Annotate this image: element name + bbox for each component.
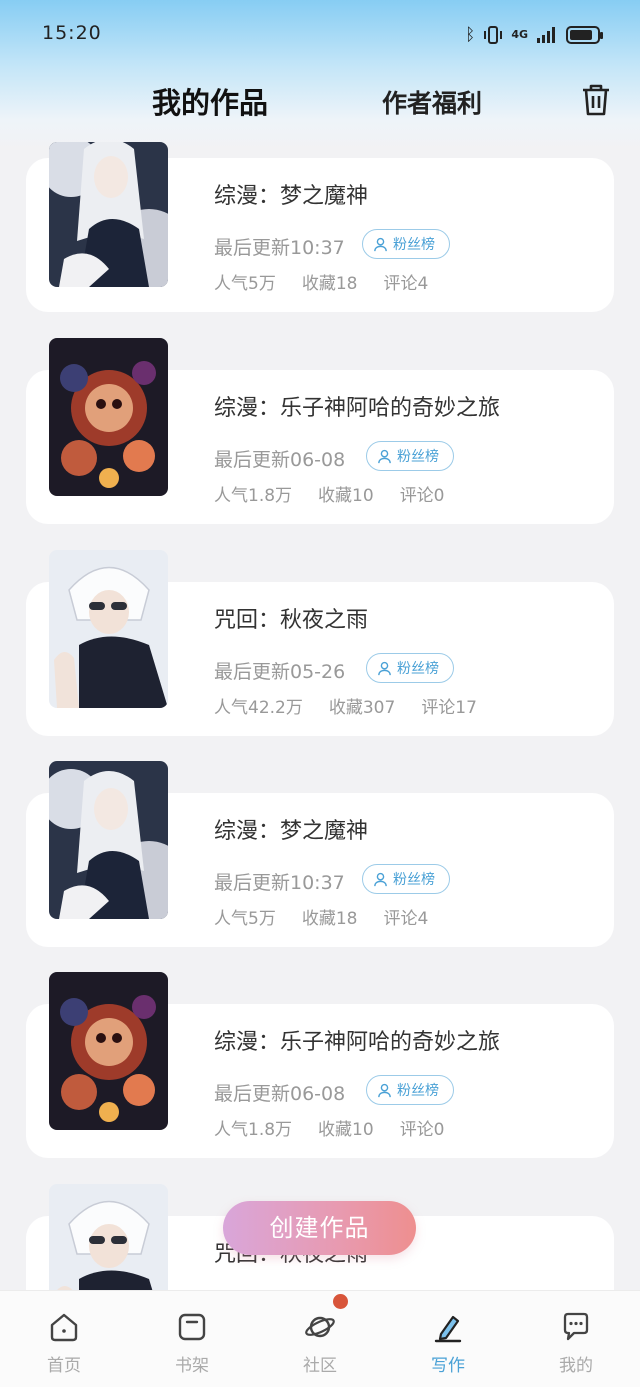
tab-my-works[interactable]: 我的作品 <box>152 80 268 122</box>
popularity: 人气1.8万 <box>214 486 293 506</box>
vibrate-icon <box>484 26 503 44</box>
work-stats: 人气1.8万 收藏10 评论0 <box>214 1115 471 1140</box>
work-item[interactable]: 咒回：秋夜之雨 最后更新05-26 粉丝榜 人气42.2万 收藏307 评论17 <box>0 550 640 736</box>
bookshelf-icon <box>178 1313 206 1341</box>
work-item[interactable]: 综漫：梦之魔神 最后更新10:37 粉丝榜 人气5万 收藏18 评论4 <box>0 761 640 947</box>
notification-dot <box>333 1294 348 1309</box>
planet-icon <box>305 1316 335 1338</box>
bottom-tab-bar: 首页 书架 社区 写作 我的 <box>0 1290 640 1387</box>
top-header: 我的作品 作者福利 <box>0 80 640 124</box>
trash-icon[interactable] <box>580 82 612 118</box>
tab-home-label: 首页 <box>47 1356 81 1376</box>
work-title: 综漫：乐子神阿哈的奇妙之旅 <box>214 1030 501 1055</box>
work-stats: 人气5万 收藏18 评论4 <box>214 904 454 929</box>
fan-ranking-button[interactable]: 粉丝榜 <box>366 653 454 683</box>
last-updated: 最后更新05-26 <box>214 661 346 683</box>
book-cover[interactable] <box>49 761 168 919</box>
fan-ranking-label: 粉丝榜 <box>393 872 435 888</box>
status-bar: 15:20 ᛒ 4G <box>42 22 603 50</box>
book-cover[interactable] <box>49 142 168 287</box>
bluetooth-icon: ᛒ <box>465 25 476 45</box>
tab-home[interactable]: 首页 <box>0 1291 128 1387</box>
status-icons: ᛒ 4G <box>465 24 603 46</box>
favorites: 收藏18 <box>301 274 358 294</box>
status-time: 15:20 <box>42 22 102 44</box>
work-stats: 人气1.8万 收藏10 评论0 <box>214 481 471 506</box>
fan-ranking-button[interactable]: 粉丝榜 <box>362 229 450 259</box>
person-icon <box>378 1083 391 1097</box>
work-item[interactable]: 综漫：乐子神阿哈的奇妙之旅 最后更新06-08 粉丝榜 人气1.8万 收藏10 评论… <box>0 338 640 524</box>
network-label: 4G <box>511 28 528 41</box>
last-updated: 最后更新10:37 <box>214 237 345 259</box>
popularity: 人气5万 <box>214 274 276 294</box>
work-item[interactable]: 综漫：乐子神阿哈的奇妙之旅 最后更新06-08 粉丝榜 人气1.8万 收藏10 评论… <box>0 972 640 1158</box>
book-cover[interactable] <box>49 1184 168 1290</box>
comments: 评论0 <box>399 486 445 506</box>
tab-community-label: 社区 <box>303 1356 337 1376</box>
work-item[interactable]: 综漫：梦之魔神 最后更新10:37 粉丝榜 人气5万 收藏18 评论4 <box>0 140 640 320</box>
work-title: 综漫：乐子神阿哈的奇妙之旅 <box>214 396 501 421</box>
tab-bookshelf-label: 书架 <box>175 1356 209 1376</box>
tab-writing[interactable]: 写作 <box>384 1291 512 1387</box>
battery-icon <box>566 26 603 44</box>
favorites: 收藏18 <box>301 909 358 929</box>
fan-ranking-label: 粉丝榜 <box>397 1083 439 1099</box>
work-stats: 人气5万 收藏18 评论4 <box>214 269 454 294</box>
work-title: 综漫：梦之魔神 <box>214 184 369 209</box>
comments: 评论17 <box>421 698 477 718</box>
tab-bookshelf[interactable]: 书架 <box>128 1291 256 1387</box>
pen-icon <box>434 1315 462 1343</box>
popularity: 人气42.2万 <box>214 698 303 718</box>
book-cover[interactable] <box>49 972 168 1130</box>
comments: 评论4 <box>383 274 429 294</box>
signal-icon <box>537 27 555 43</box>
fan-ranking-label: 粉丝榜 <box>397 449 439 465</box>
person-icon <box>374 872 387 886</box>
last-updated: 最后更新06-08 <box>214 449 346 471</box>
favorites: 收藏307 <box>328 698 396 718</box>
person-icon <box>378 661 391 675</box>
work-stats: 人气42.2万 收藏307 评论17 <box>214 693 503 718</box>
tab-mine[interactable]: 我的 <box>512 1291 640 1387</box>
popularity: 人气5万 <box>214 909 276 929</box>
book-cover[interactable] <box>49 338 168 496</box>
fan-ranking-label: 粉丝榜 <box>397 661 439 677</box>
fan-ranking-label: 粉丝榜 <box>393 237 435 253</box>
person-icon <box>378 449 391 463</box>
comments: 评论4 <box>383 909 429 929</box>
home-icon <box>50 1313 78 1342</box>
comments: 评论0 <box>399 1120 445 1140</box>
last-updated: 最后更新06-08 <box>214 1083 346 1105</box>
tab-community[interactable]: 社区 <box>256 1291 384 1387</box>
works-list: 综漫：梦之魔神 最后更新10:37 粉丝榜 人气5万 收藏18 评论4 综漫：乐子神… <box>0 140 640 1290</box>
tab-author-benefits[interactable]: 作者福利 <box>382 84 482 120</box>
fan-ranking-button[interactable]: 粉丝榜 <box>366 441 454 471</box>
tab-mine-label: 我的 <box>559 1356 593 1376</box>
fan-ranking-button[interactable]: 粉丝榜 <box>366 1075 454 1105</box>
favorites: 收藏10 <box>318 1120 374 1140</box>
work-title: 综漫：梦之魔神 <box>214 819 369 844</box>
chat-icon <box>563 1312 589 1341</box>
person-icon <box>374 237 387 251</box>
popularity: 人气1.8万 <box>214 1120 293 1140</box>
fan-ranking-button[interactable]: 粉丝榜 <box>362 864 450 894</box>
create-work-button[interactable]: 创建作品 <box>223 1201 416 1255</box>
last-updated: 最后更新10:37 <box>214 872 345 894</box>
favorites: 收藏10 <box>318 486 374 506</box>
book-cover[interactable] <box>49 550 168 708</box>
tab-writing-label: 写作 <box>431 1356 465 1376</box>
work-title: 咒回：秋夜之雨 <box>214 608 369 633</box>
